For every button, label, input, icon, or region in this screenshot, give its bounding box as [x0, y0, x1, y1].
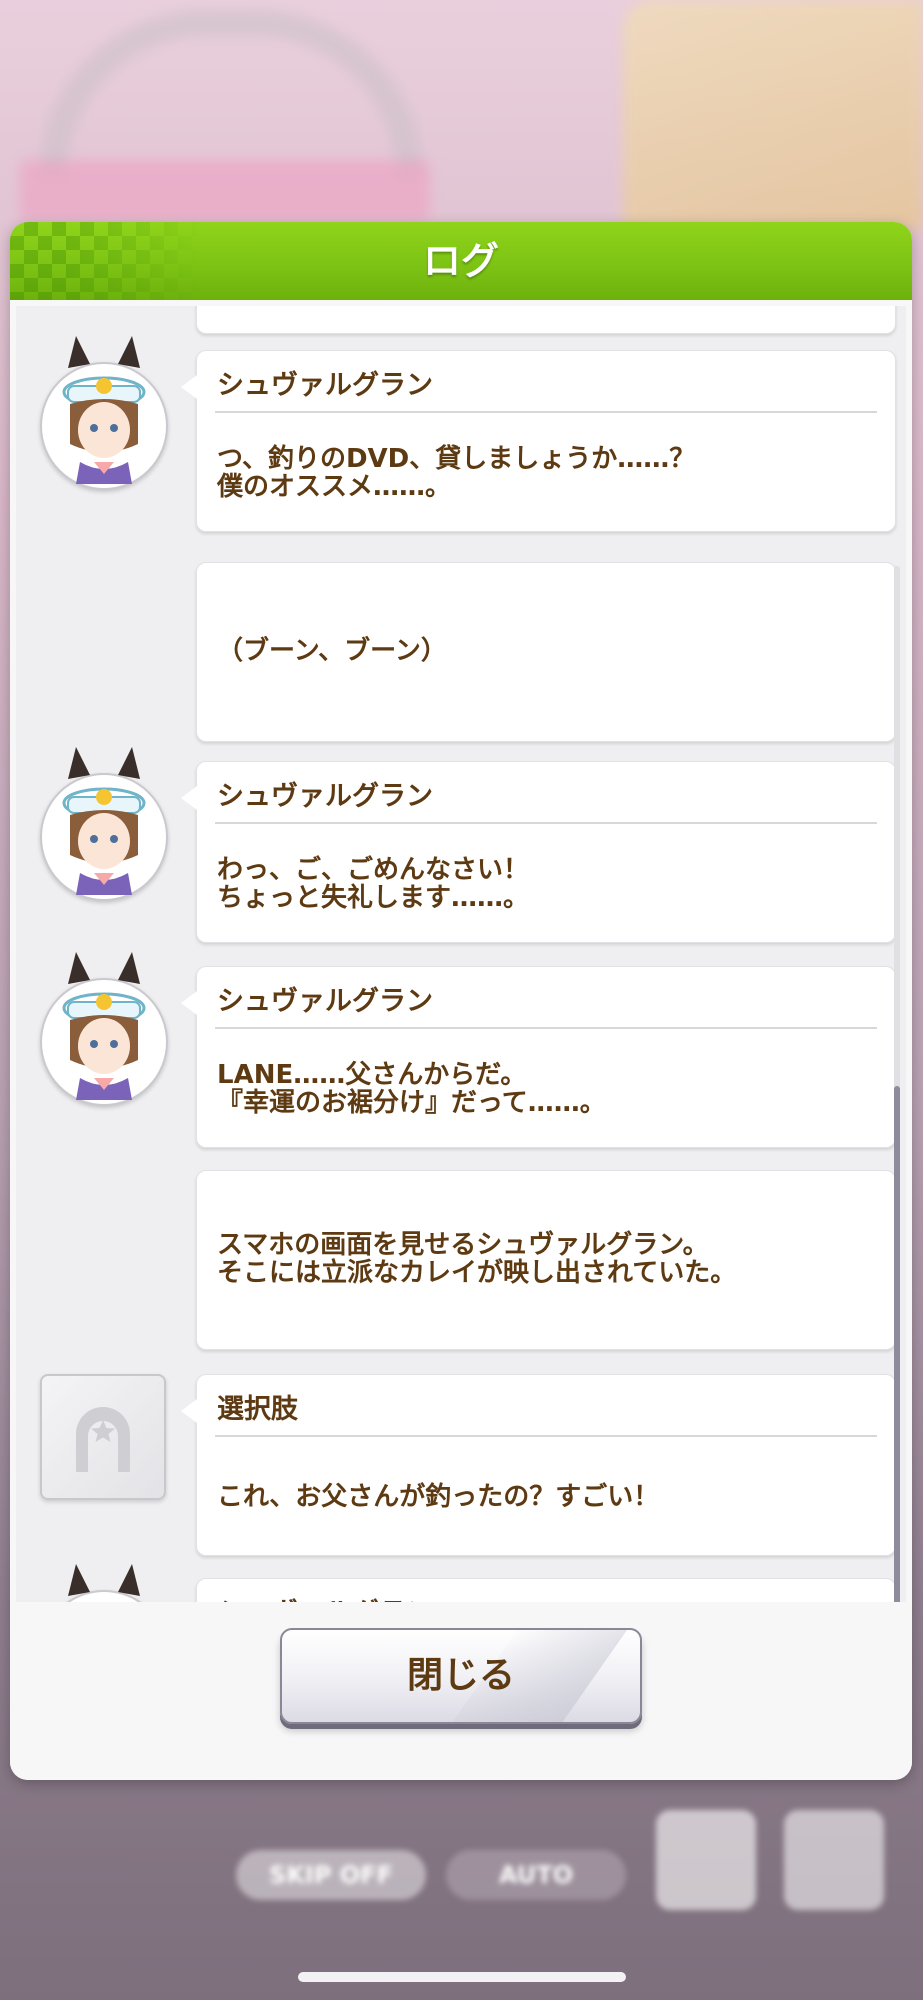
log-bubble-partial-top: [196, 306, 896, 334]
speaker-name: シュヴァルグラン: [217, 1591, 433, 1602]
character-portrait-icon: [62, 747, 146, 895]
message-text: LANE……父さんからだ。 『幸運のお裾分け』だって……。: [217, 1060, 606, 1118]
log-entry: シュヴァルグラン: [16, 1564, 906, 1602]
bubble-divider: [215, 822, 877, 824]
log-entry: シュヴァルグラン わっ、ご、ごめんなさい！ ちょっと失礼します……。: [16, 747, 906, 945]
skip-label: SKIP OFF: [269, 1861, 393, 1889]
log-button-bg: [656, 1810, 756, 1910]
background-banner: [20, 160, 430, 220]
home-indicator[interactable]: [298, 1972, 626, 1982]
log-entry: シュヴァルグラン LANE……父さんからだ。 『幸運のお裾分け』だって……。: [16, 952, 906, 1150]
message-text: （ブーン、ブーン）: [217, 636, 447, 666]
character-portrait-icon: [62, 952, 146, 1100]
log-entry: 選択肢 これ、お父さんが釣ったの？すごい！: [16, 1374, 906, 1558]
close-button-label: 閉じる: [406, 1655, 515, 1696]
character-avatar: [40, 1564, 168, 1602]
log-dialog: ログ シュヴァルグラン つ、釣りのDVD、貸しましょうか……？ 僕のオススメ………: [10, 222, 912, 1780]
speaker-name: シュヴァルグラン: [217, 370, 433, 401]
bubble-divider: [215, 1435, 877, 1437]
log-entry: シュヴァルグラン つ、釣りのDVD、貸しましょうか……？ 僕のオススメ……。: [16, 336, 906, 534]
character-avatar: [40, 952, 168, 1106]
speech-bubble: シュヴァルグラン わっ、ご、ごめんなさい！ ちょっと失礼します……。: [181, 761, 896, 943]
message-text: スマホの画面を見せるシュヴァルグラン。 そこには立派なカレイが映し出されていた。: [217, 1230, 737, 1288]
message-text: これ、お父さんが釣ったの？すごい！: [217, 1482, 660, 1512]
skip-button: SKIP OFF: [236, 1850, 426, 1900]
speaker-name: 選択肢: [217, 1394, 298, 1425]
horseshoe-star-icon: [76, 1407, 130, 1472]
dialog-header: ログ: [10, 222, 912, 300]
choice-avatar: [40, 1374, 166, 1500]
dialog-footer: 閉じる: [10, 1602, 912, 1780]
log-entry: （ブーン、ブーン）: [16, 562, 906, 742]
log-list[interactable]: シュヴァルグラン つ、釣りのDVD、貸しましょうか……？ 僕のオススメ……。 （…: [16, 306, 906, 1602]
character-portrait-icon: [62, 336, 146, 484]
character-portrait-icon: [68, 1564, 140, 1596]
message-text: わっ、ご、ごめんなさい！ ちょっと失礼します……。: [217, 855, 530, 913]
bubble-divider: [215, 1027, 877, 1029]
narration-bubble: スマホの画面を見せるシュヴァルグラン。 そこには立派なカレイが映し出されていた。: [196, 1170, 896, 1350]
speech-bubble: シュヴァルグラン: [196, 1578, 896, 1602]
choice-bubble: 選択肢 これ、お父さんが釣ったの？すごい！: [181, 1374, 896, 1556]
character-avatar: [40, 747, 168, 901]
speech-bubble: シュヴァルグラン つ、釣りのDVD、貸しましょうか……？ 僕のオススメ……。: [181, 350, 896, 532]
background-arch: [40, 10, 422, 176]
bubble-divider: [215, 411, 877, 413]
speaker-name: シュヴァルグラン: [217, 781, 433, 812]
speaker-name: シュヴァルグラン: [217, 986, 433, 1017]
narration-bubble: （ブーン、ブーン）: [196, 562, 896, 742]
character-avatar: [40, 336, 168, 490]
message-text: つ、釣りのDVD、貸しましょうか……？ 僕のオススメ……。: [217, 444, 696, 502]
log-entry: スマホの画面を見せるシュヴァルグラン。 そこには立派なカレイが映し出されていた。: [16, 1170, 906, 1350]
scrollbar-thumb[interactable]: [894, 1086, 900, 1602]
auto-label: AUTO: [498, 1861, 574, 1889]
close-button[interactable]: 閉じる: [280, 1628, 642, 1724]
speech-bubble: シュヴァルグラン LANE……父さんからだ。 『幸運のお裾分け』だって……。: [181, 966, 896, 1148]
dialog-title: ログ: [422, 239, 499, 283]
background-building: [623, 0, 923, 230]
menu-button-bg: [784, 1810, 884, 1910]
auto-button: AUTO: [446, 1850, 626, 1900]
